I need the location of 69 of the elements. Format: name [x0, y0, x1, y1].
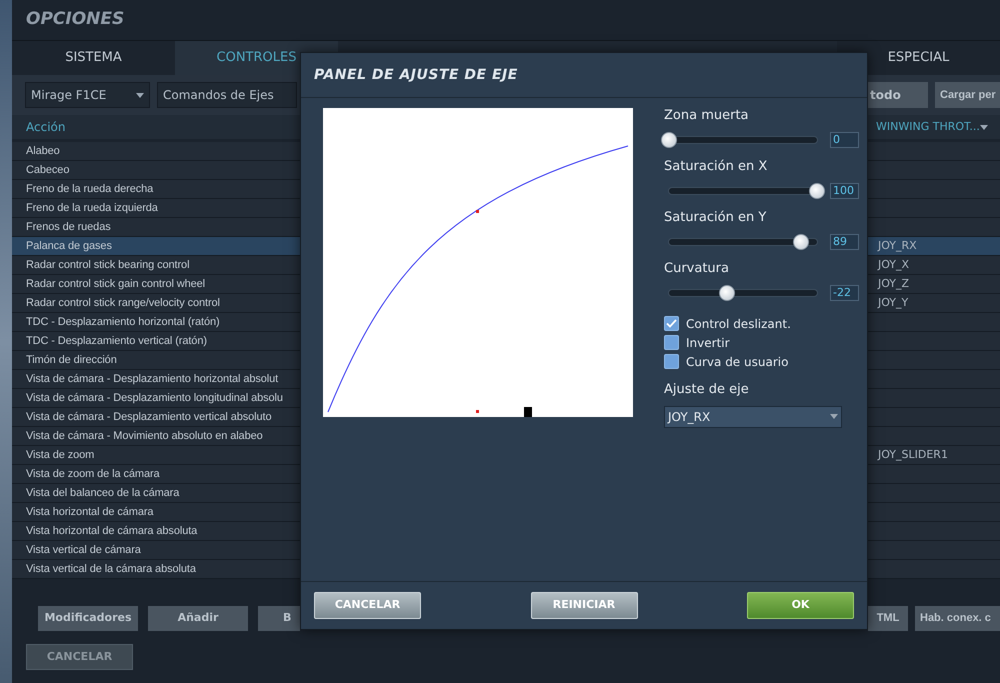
action-cell-text: Radar control stick range/velocity control	[25, 296, 221, 311]
action-cell-text: Vista del balanceo de la cámara	[25, 486, 180, 501]
action-cell-text: Vista horizontal de cámara	[25, 504, 154, 520]
binding-cell-text: JOY_RX	[876, 238, 918, 254]
action-cell-text: TDC - Desplazamiento horizontal (ratón)	[25, 314, 221, 330]
action-cell-text: Radar control stick gain control wheel	[25, 276, 206, 292]
caret-icon	[830, 414, 838, 419]
window-title: OPCIONES	[26, 8, 124, 32]
checkbox[interactable]	[664, 316, 679, 331]
action-cell-text: Freno de la rueda derecha	[25, 182, 154, 197]
slider-label: Saturación en Y	[664, 210, 768, 226]
action-cell-text: Vista de cámara - Movimiento absoluto en alabeo	[25, 428, 264, 444]
cancel-button[interactable]: CANCELAR	[26, 644, 133, 670]
action-cell-text: Vista de cámara - Desplazamiento vertical absoluto	[25, 410, 272, 425]
action-cell-text: Alabeo	[25, 144, 61, 159]
dialog-button[interactable]: CANCELAR	[314, 592, 421, 619]
slider-thumb[interactable]	[661, 132, 677, 148]
action-button[interactable]: B	[258, 606, 300, 630]
column-header[interactable]: WINWING THROT...	[868, 118, 992, 136]
slider-label: Saturación en X	[664, 159, 768, 175]
slider-thumb[interactable]	[718, 285, 735, 301]
action-button[interactable]: Modificadores	[38, 606, 138, 630]
value-field[interactable]: 100	[830, 183, 859, 199]
action-cell-text: Palanca de gases	[25, 238, 113, 254]
slider-thumb[interactable]	[809, 183, 825, 199]
value-field[interactable]: -22	[830, 285, 859, 301]
action-cell-text: Vista vertical de la cámara absoluta	[25, 562, 197, 577]
action-cell-text: Freno de la rueda izquierda	[25, 200, 159, 216]
checkbox-label: Control deslizant.	[686, 316, 791, 332]
slider-label: Zona muerta	[664, 108, 750, 124]
action-cell-text: Vista de cámara - Desplazamiento longitudinal absolu	[25, 390, 284, 406]
toolbar-button[interactable]: todo	[866, 82, 928, 108]
action-cell-text: Timón de dirección	[25, 352, 118, 368]
action-cell-text: Vista horizontal de cámara absoluta	[25, 524, 198, 539]
action-cell-text: Radar control stick bearing control	[25, 258, 190, 273]
value-field[interactable]: 0	[830, 132, 859, 148]
dialog-button[interactable]: REINICIAR	[530, 592, 638, 619]
action-cell-text: Frenos de ruedas	[25, 220, 112, 235]
binding-cell-text: JOY_Y	[876, 294, 910, 311]
action-cell-text: Vista de zoom de la cámara	[25, 466, 161, 482]
action-cell-text: Vista vertical de cámara	[25, 542, 142, 558]
action-button[interactable]: Hab. conex. c	[915, 606, 1000, 630]
axis-dropdown[interactable]: JOY_RX	[664, 406, 842, 428]
dialog-button[interactable]: OK	[747, 592, 854, 619]
toolbar-button[interactable]: Cargar per	[935, 82, 1000, 108]
axis-label: Ajuste de eje	[664, 381, 750, 399]
action-cell-text: TDC - Desplazamiento vertical (ratón)	[25, 334, 208, 349]
action-button[interactable]: Añadir	[148, 606, 248, 630]
binding-cell-text: JOY_SLIDER1	[876, 446, 949, 463]
caret-icon	[980, 124, 988, 130]
caret-icon	[136, 92, 144, 98]
tab[interactable]: SISTEMA	[12, 41, 175, 75]
action-cell-text: Vista de cámara - Desplazamiento horizontal absolut	[25, 372, 280, 387]
checkbox-label: Invertir	[686, 334, 730, 352]
checkbox-label: Curva de usuario	[686, 354, 788, 370]
column-header: Acción	[25, 119, 66, 136]
action-cell-text: Vista de zoom	[25, 448, 96, 463]
value-field[interactable]: 89	[830, 234, 859, 250]
aircraft-dropdown[interactable]: Mirage F1CE	[25, 82, 150, 108]
action-button[interactable]: TML	[868, 606, 908, 630]
binding-cell-text: JOY_X	[876, 256, 910, 273]
slider-thumb[interactable]	[792, 234, 809, 250]
slider-label: Curvatura	[664, 261, 730, 277]
binding-cell-text: JOY_Z	[876, 276, 910, 292]
check-icon	[666, 319, 677, 328]
checkbox[interactable]	[664, 335, 679, 350]
checkbox[interactable]	[664, 354, 679, 369]
category-dropdown[interactable]: Comandos de Ejes	[157, 82, 297, 108]
action-cell-text: Cabeceo	[25, 162, 70, 178]
